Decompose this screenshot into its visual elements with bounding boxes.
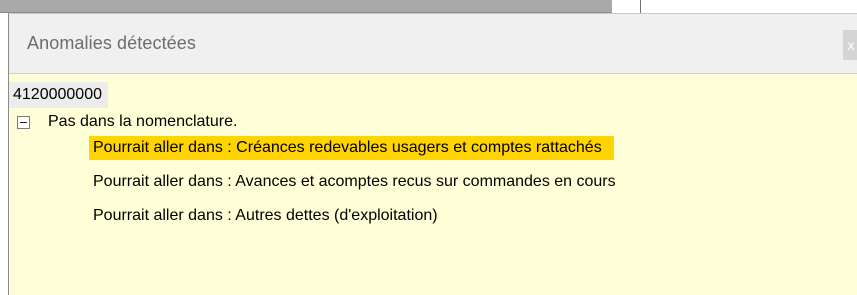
panel-title: Anomalies détectées: [27, 33, 196, 53]
tree-node-nomenclature[interactable]: Pas dans la nomenclature.: [17, 110, 237, 134]
suggestion-item[interactable]: Pourrait aller dans : Autres dettes (d'e…: [89, 204, 450, 228]
tree-node-label: Pas dans la nomenclature.: [48, 113, 238, 130]
tree-children: Pourrait aller dans : Créances redevable…: [89, 136, 628, 238]
suggestion-item-selected[interactable]: Pourrait aller dans : Créances redevable…: [89, 136, 614, 160]
collapse-icon[interactable]: [17, 115, 30, 129]
background-divider: [640, 0, 641, 14]
suggestion-item[interactable]: Pourrait aller dans : Avances et acompte…: [89, 170, 628, 194]
anomalies-tree: 4120000000 Pas dans la nomenclature. Pou…: [9, 74, 857, 295]
anomalies-panel: Anomalies détectées x 4120000000 Pas dan…: [8, 13, 857, 295]
close-button[interactable]: x: [843, 30, 857, 60]
panel-titlebar[interactable]: Anomalies détectées x: [9, 14, 857, 74]
background-scrollbar: [0, 0, 612, 13]
account-number[interactable]: 4120000000: [9, 82, 108, 108]
